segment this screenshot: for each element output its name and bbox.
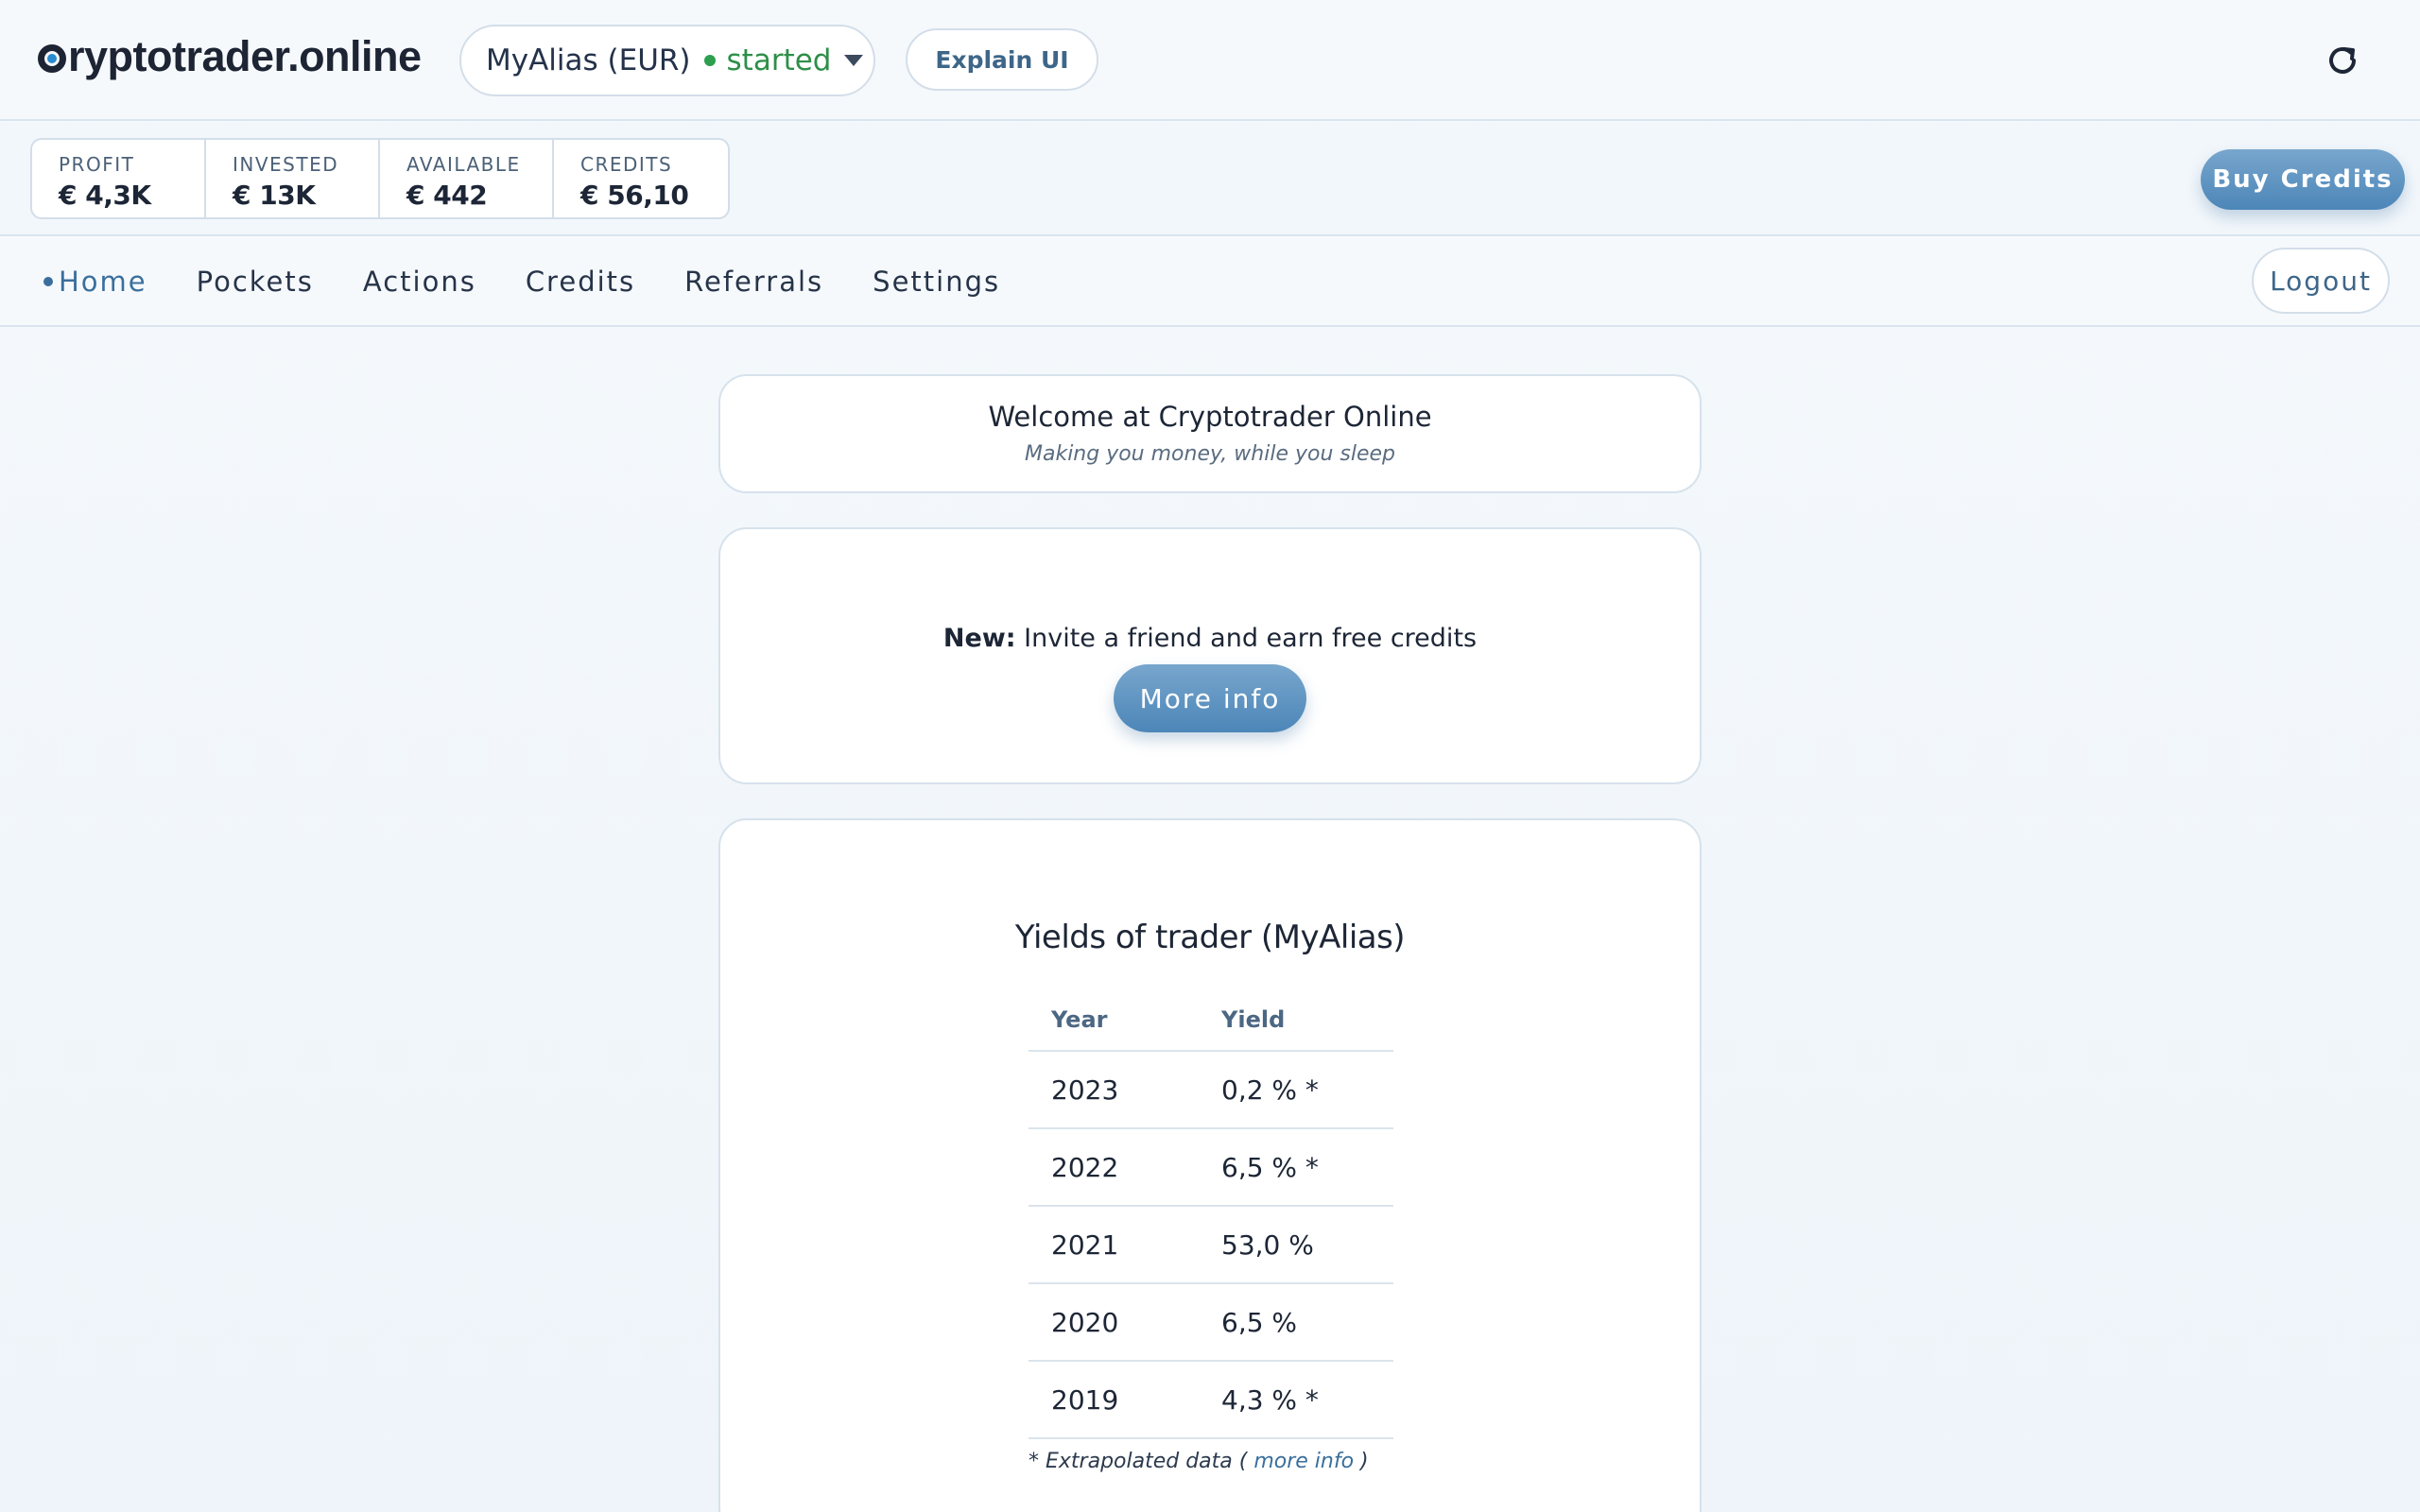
stat-profit: PROFIT € 4,3K	[32, 140, 206, 217]
column-header-yield: Yield	[1199, 988, 1393, 1052]
year-cell: 2021	[1028, 1206, 1199, 1284]
welcome-subtitle: Making you money, while you sleep	[1024, 442, 1395, 466]
nav-item-credits[interactable]: Credits	[526, 266, 635, 298]
buy-credits-button[interactable]: Buy Credits	[2201, 149, 2405, 210]
top-header: ryptotrader.online MyAlias (EUR) started…	[0, 0, 2420, 121]
table-row: 2020 6,5 %	[1028, 1283, 1393, 1362]
welcome-title: Welcome at Cryptotrader Online	[988, 401, 1432, 433]
logo-text: ryptotrader.online	[68, 32, 422, 80]
column-header-year: Year	[1028, 988, 1199, 1052]
year-cell: 2020	[1028, 1283, 1199, 1362]
year-cell: 2019	[1028, 1361, 1199, 1439]
trader-select[interactable]: MyAlias (EUR) started	[459, 25, 875, 96]
nav-item-settings[interactable]: Settings	[873, 266, 1000, 298]
table-row: 2023 0,2 % *	[1028, 1051, 1393, 1129]
table-row: 2021 53,0 %	[1028, 1206, 1393, 1284]
stat-credits: CREDITS € 56,10	[554, 140, 728, 217]
extrapolated-footnote: * Extrapolated data ( more info )	[1028, 1450, 1369, 1473]
table-row: 2019 4,3 % *	[1028, 1361, 1393, 1439]
stat-value: € 56,10	[580, 180, 689, 211]
main-nav: Home Pockets Actions Credits Referrals S…	[0, 236, 2420, 327]
nav-item-label: Home	[59, 266, 147, 298]
yield-cell: 0,2 % *	[1199, 1051, 1393, 1129]
stat-value: € 442	[406, 180, 488, 211]
account-stats: PROFIT € 4,3K INVESTED € 13K AVAILABLE €…	[30, 138, 730, 219]
logo[interactable]: ryptotrader.online	[38, 32, 422, 81]
nav-item-pockets[interactable]: Pockets	[197, 266, 314, 298]
stat-invested: INVESTED € 13K	[206, 140, 380, 217]
stat-value: € 13K	[233, 180, 316, 211]
stats-bar: PROFIT € 4,3K INVESTED € 13K AVAILABLE €…	[0, 123, 2420, 236]
more-info-button[interactable]: More info	[1114, 664, 1306, 732]
yields-table: Year Yield 2023 0,2 % * 2022 6,5 % * 202…	[1028, 988, 1393, 1439]
invite-prefix: New:	[942, 624, 1016, 653]
stat-label: CREDITS	[580, 153, 673, 176]
yields-title: Yields of trader (MyAlias)	[1014, 919, 1406, 956]
chevron-down-icon	[844, 55, 864, 66]
stat-label: INVESTED	[233, 153, 339, 176]
yield-cell: 53,0 %	[1199, 1206, 1393, 1284]
year-cell: 2022	[1028, 1128, 1199, 1207]
invite-text: New: Invite a friend and earn free credi…	[720, 624, 1700, 653]
invite-card: New: Invite a friend and earn free credi…	[718, 527, 1702, 784]
footnote-prefix: * Extrapolated data (	[1028, 1450, 1254, 1473]
stat-value: € 4,3K	[59, 180, 151, 211]
yield-cell: 6,5 %	[1199, 1283, 1393, 1362]
nav-item-actions[interactable]: Actions	[363, 266, 476, 298]
footnote-more-info-link[interactable]: more info	[1253, 1450, 1354, 1473]
invite-message: Invite a friend and earn free credits	[1015, 624, 1478, 653]
nav-items: Home Pockets Actions Credits Referrals S…	[43, 236, 1049, 327]
footnote-suffix: )	[1354, 1450, 1369, 1473]
refresh-icon[interactable]	[2324, 42, 2361, 79]
year-cell: 2023	[1028, 1051, 1199, 1129]
status-dot-icon	[703, 55, 716, 66]
yields-card: Yields of trader (MyAlias) Year Yield 20…	[718, 818, 1702, 1512]
logout-button[interactable]: Logout	[2252, 248, 2390, 314]
table-header-row: Year Yield	[1028, 988, 1393, 1052]
nav-item-home[interactable]: Home	[43, 266, 147, 298]
active-dot-icon	[43, 277, 53, 286]
logo-mark-icon	[38, 44, 66, 73]
table-row: 2022 6,5 % *	[1028, 1128, 1393, 1207]
stat-label: PROFIT	[59, 153, 135, 176]
yield-cell: 4,3 % *	[1199, 1361, 1393, 1439]
nav-item-referrals[interactable]: Referrals	[684, 266, 823, 298]
welcome-card: Welcome at Cryptotrader Online Making yo…	[718, 374, 1702, 493]
explain-ui-button[interactable]: Explain UI	[906, 28, 1098, 91]
yield-cell: 6,5 % *	[1199, 1128, 1393, 1207]
trader-alias: MyAlias (EUR)	[486, 43, 691, 77]
stat-label: AVAILABLE	[406, 153, 521, 176]
stat-available: AVAILABLE € 442	[380, 140, 554, 217]
trader-status: started	[726, 43, 832, 77]
